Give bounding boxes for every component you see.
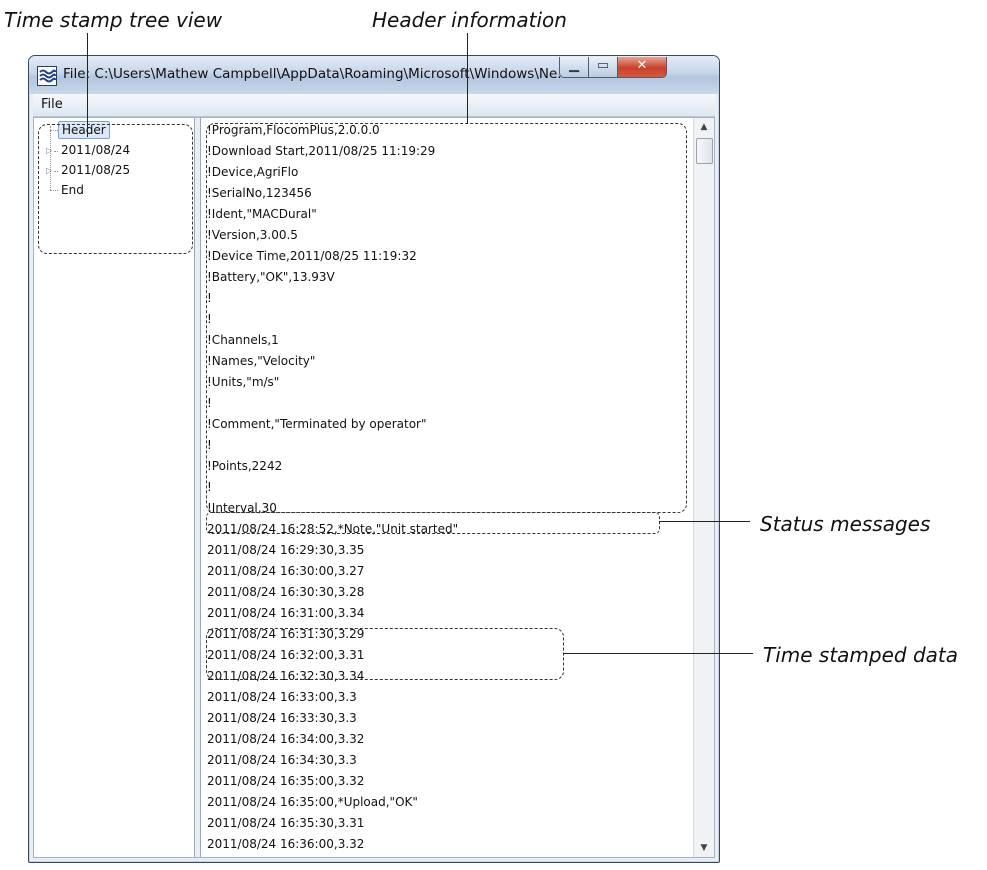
annotation-header-info: Header information xyxy=(372,8,567,32)
file-line: 2011/08/24 16:30:30,3.28 xyxy=(207,585,365,599)
file-line: 2011/08/24 16:30:00,3.27 xyxy=(207,564,365,578)
file-line: 2011/08/24 16:35:00,3.32 xyxy=(207,774,365,788)
file-line: 2011/08/24 16:29:30,3.35 xyxy=(207,543,365,557)
file-line: 2011/08/24 16:33:30,3.3 xyxy=(207,711,357,725)
leader-line xyxy=(563,653,753,654)
minimize-button[interactable]: ▁ xyxy=(559,57,589,78)
window-title: File: C:\Users\Mathew Campbell\AppData\R… xyxy=(63,66,563,82)
file-line: 2011/08/24 16:31:00,3.34 xyxy=(207,606,365,620)
file-line: 2011/08/24 16:33:00,3.3 xyxy=(207,690,357,704)
annotation-tree-view: Time stamp tree view xyxy=(4,8,223,32)
status-messages-highlight xyxy=(206,512,660,534)
file-line: 2011/08/24 16:36:00,3.32 xyxy=(207,837,365,851)
scrollbar-thumb[interactable] xyxy=(696,138,713,164)
annotation-status-messages: Status messages xyxy=(760,512,931,536)
annotation-time-stamped-data: Time stamped data xyxy=(763,643,959,667)
time-stamped-highlight xyxy=(206,628,564,680)
file-line: 2011/08/24 16:34:00,3.32 xyxy=(207,732,365,746)
leader-line xyxy=(87,33,88,137)
leader-line xyxy=(659,521,750,522)
scroll-down-icon[interactable]: ▼ xyxy=(694,839,714,857)
leader-line xyxy=(467,33,468,124)
tree-view-highlight xyxy=(38,124,193,254)
file-line: 2011/08/24 16:35:00,*Upload,"OK" xyxy=(207,795,418,809)
maximize-button[interactable]: ▭ xyxy=(588,57,618,78)
file-line: 2011/08/24 16:35:30,3.31 xyxy=(207,816,365,830)
scroll-up-icon[interactable]: ▲ xyxy=(694,118,714,136)
maximize-icon: ▭ xyxy=(596,58,610,73)
vertical-scrollbar[interactable]: ▲ ▼ xyxy=(693,118,714,857)
menu-file[interactable]: File xyxy=(41,97,63,112)
file-line: 2011/08/24 16:36:30,3.29 xyxy=(207,855,364,857)
minimize-icon: ▁ xyxy=(569,58,579,73)
wave-icon[interactable] xyxy=(37,66,57,86)
title-bar[interactable]: File: C:\Users\Mathew Campbell\AppData\R… xyxy=(29,56,719,94)
close-icon: ✕ xyxy=(636,58,648,73)
file-line: 2011/08/24 16:34:30,3.3 xyxy=(207,753,357,767)
menu-bar: File xyxy=(33,94,715,117)
close-button[interactable]: ✕ xyxy=(617,57,667,78)
header-info-highlight xyxy=(206,123,687,513)
